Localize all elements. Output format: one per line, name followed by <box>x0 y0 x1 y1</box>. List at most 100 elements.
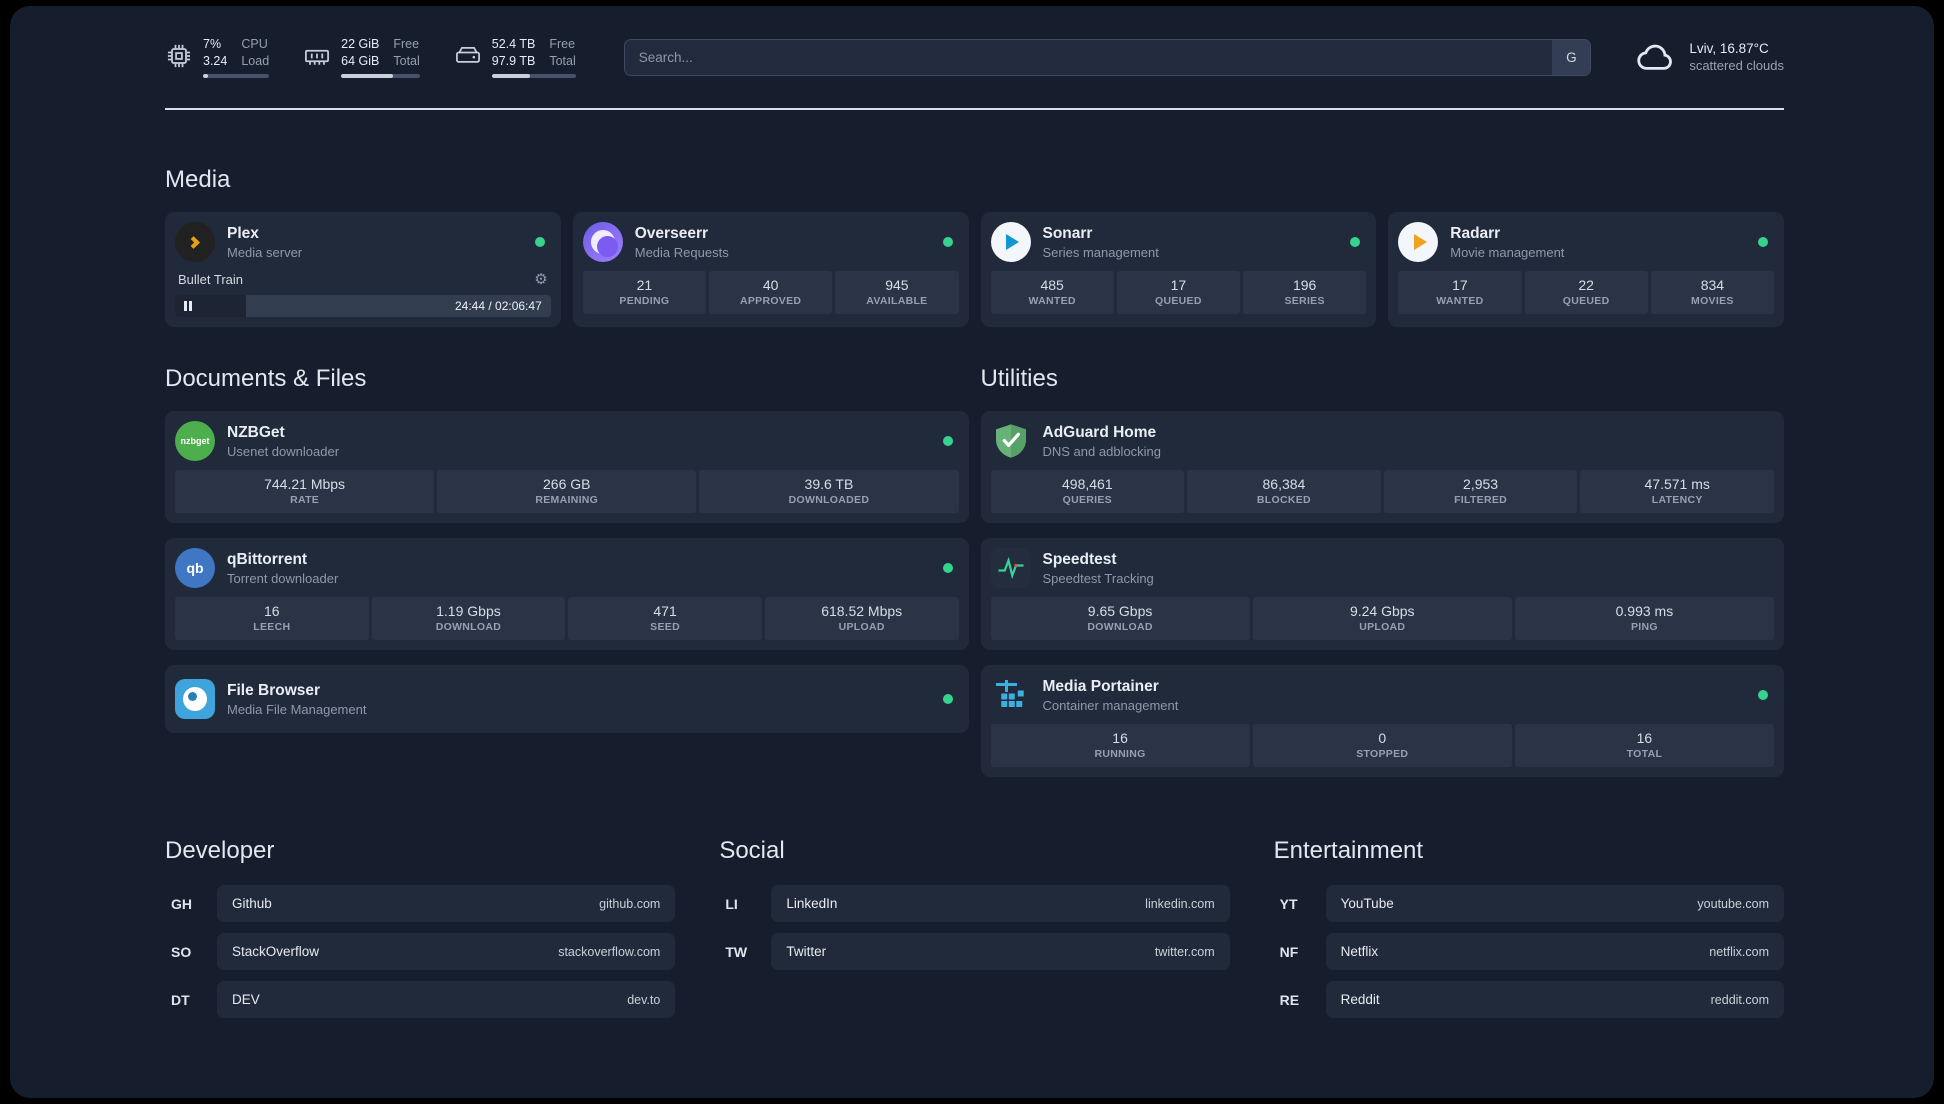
bookmark-group-title: Developer <box>165 837 275 864</box>
bookmark-twitter[interactable]: TW Twitter twitter.com <box>719 933 1230 970</box>
qbittorrent-icon: qb <box>175 548 215 588</box>
stat-upload: 618.52 Mbps UPLOAD <box>764 597 959 640</box>
stat-queued: 17 QUEUED <box>1116 271 1240 314</box>
bookmark-netflix[interactable]: NF Netflix netflix.com <box>1274 933 1784 970</box>
service-subtitle: Speedtest Tracking <box>1042 570 1154 586</box>
service-subtitle: Media File Management <box>227 701 367 717</box>
service-card-plex[interactable]: Plex Media server Bullet Train ⚙ 24:44 /… <box>165 212 561 327</box>
stat-series: 196 SERIES <box>1243 271 1367 314</box>
bookmark-dev[interactable]: DT DEV dev.to <box>165 981 676 1018</box>
bookmark-link[interactable]: Netflix netflix.com <box>1325 933 1784 970</box>
stat-approved: 40 APPROVED <box>709 271 833 314</box>
disk-widget: 52.4 TB Free 97.9 TB Total <box>454 36 576 78</box>
service-card-nzbget[interactable]: nzbget NZBGet Usenet downloader 744.21 M… <box>165 411 969 523</box>
playback-time: 24:44 / 02:06:47 <box>455 299 542 313</box>
bookmark-link[interactable]: Twitter twitter.com <box>771 933 1230 970</box>
bookmark-abbr: NF <box>1279 943 1299 960</box>
bookmarks: Developer GH Github github.com SO StackO… <box>165 837 1784 1029</box>
bookmark-link[interactable]: Github github.com <box>217 885 676 922</box>
service-subtitle: DNS and adblocking <box>1042 443 1162 459</box>
service-name: Radarr <box>1450 224 1501 242</box>
bookmark-link[interactable]: DEV dev.to <box>217 981 676 1018</box>
search-input[interactable] <box>623 38 1592 76</box>
stat-leech: 16 LEECH <box>175 597 369 640</box>
bookmark-stackoverflow[interactable]: SO StackOverflow stackoverflow.com <box>165 933 676 970</box>
bookmark-link[interactable]: StackOverflow stackoverflow.com <box>217 933 676 970</box>
memory-icon <box>305 50 330 65</box>
stat-download: 9.65 Gbps DOWNLOAD <box>990 597 1250 640</box>
bookmark-group-social: Social LI LinkedIn linkedin.com TW Twitt… <box>719 837 1230 981</box>
status-dot <box>942 436 953 446</box>
service-card-adguard[interactable]: AdGuard Home DNS and adblocking 498,461 … <box>980 411 1784 523</box>
overseerr-icon <box>582 222 623 262</box>
stat-stopped: 0 STOPPED <box>1252 724 1512 767</box>
gear-icon[interactable]: ⚙ <box>534 270 547 288</box>
stat-total: 16 TOTAL <box>1514 724 1775 767</box>
service-card-filebrowser[interactable]: File Browser Media File Management <box>165 665 969 733</box>
cpu-percent: 7% <box>203 37 222 52</box>
bookmark-group-title: Entertainment <box>1273 837 1424 864</box>
stat-latency: 47.571 ms LATENCY <box>1580 470 1774 513</box>
topbar-divider <box>165 108 1784 110</box>
section-documents: Documents & Files nzbget NZBGet Usenet d… <box>165 365 969 777</box>
filebrowser-icon <box>175 679 215 719</box>
bookmark-group-developer: Developer GH Github github.com SO StackO… <box>165 837 676 1029</box>
stat-blocked: 86,384 BLOCKED <box>1187 470 1381 513</box>
memory-progress-bar <box>341 73 420 78</box>
weather-widget: Lviv, 16.87°C scattered clouds <box>1635 36 1784 78</box>
memory-widget: 22 GiB Free 64 GiB Total <box>303 36 420 78</box>
cpu-load-label: Load <box>241 53 270 68</box>
stat-filtered: 2,953 FILTERED <box>1383 470 1578 513</box>
service-card-portainer[interactable]: Media Portainer Container management 16 … <box>980 665 1784 777</box>
bookmark-reddit[interactable]: RE Reddit reddit.com <box>1274 981 1784 1018</box>
disk-icon <box>455 47 480 63</box>
service-card-qbittorrent[interactable]: qb qBittorrent Torrent downloader 16 LEE… <box>165 538 969 650</box>
stat-queued: 22 QUEUED <box>1524 271 1648 314</box>
nzbget-icon: nzbget <box>175 421 215 461</box>
bookmark-link[interactable]: LinkedIn linkedin.com <box>771 885 1230 922</box>
service-card-sonarr[interactable]: Sonarr Series management 485 WANTED 17 Q… <box>980 212 1377 327</box>
bookmark-abbr: GH <box>171 895 192 912</box>
cpu-label: CPU <box>241 37 268 52</box>
stat-pending: 21 PENDING <box>582 271 706 314</box>
bookmark-abbr: TW <box>725 943 748 960</box>
disk-total-label: Total <box>549 53 576 68</box>
status-dot <box>534 237 545 247</box>
status-dot <box>1758 237 1768 247</box>
disk-progress-bar <box>491 73 576 78</box>
service-name: qBittorrent <box>227 550 308 568</box>
service-subtitle: Movie management <box>1450 244 1565 260</box>
status-dot <box>1758 690 1768 700</box>
sonarr-icon <box>990 222 1031 262</box>
adguard-icon <box>991 421 1031 461</box>
bookmark-abbr: LI <box>725 895 738 912</box>
bookmark-youtube[interactable]: YT YouTube youtube.com <box>1274 885 1784 922</box>
service-card-overseerr[interactable]: Overseerr Media Requests 21 PENDING 40 A… <box>572 212 969 327</box>
bookmark-abbr: SO <box>171 943 192 960</box>
service-name: Overseerr <box>634 224 709 242</box>
stat-queries: 498,461 QUERIES <box>990 470 1185 513</box>
now-playing-title: Bullet Train <box>178 271 244 287</box>
cpu-load: 3.24 <box>203 53 228 68</box>
plex-icon <box>175 222 215 262</box>
pause-icon[interactable] <box>184 301 192 311</box>
memory-free: 22 GiB <box>341 37 380 52</box>
bookmark-linkedin[interactable]: LI LinkedIn linkedin.com <box>719 885 1230 922</box>
bookmark-link[interactable]: Reddit reddit.com <box>1325 981 1784 1018</box>
service-card-radarr[interactable]: Radarr Movie management 17 WANTED 22 QUE… <box>1388 212 1784 327</box>
service-name: AdGuard Home <box>1042 423 1157 441</box>
bookmark-link[interactable]: YouTube youtube.com <box>1325 885 1784 922</box>
service-name: NZBGet <box>227 423 285 441</box>
bookmark-github[interactable]: GH Github github.com <box>165 885 676 922</box>
search-provider-button[interactable]: G <box>1552 39 1591 75</box>
status-dot <box>942 563 953 573</box>
stat-download: 1.19 Gbps DOWNLOAD <box>371 597 566 640</box>
service-subtitle: Usenet downloader <box>227 443 340 459</box>
section-title-media: Media <box>165 166 231 193</box>
memory-total: 64 GiB <box>341 53 380 68</box>
stat-rate: 744.21 Mbps RATE <box>175 470 435 513</box>
service-card-speedtest[interactable]: Speedtest Speedtest Tracking 9.65 Gbps D… <box>980 538 1784 650</box>
bookmark-abbr: RE <box>1279 991 1300 1008</box>
stat-wanted: 485 WANTED <box>990 271 1114 314</box>
playback-progress-bar[interactable]: 24:44 / 02:06:47 <box>175 295 551 317</box>
